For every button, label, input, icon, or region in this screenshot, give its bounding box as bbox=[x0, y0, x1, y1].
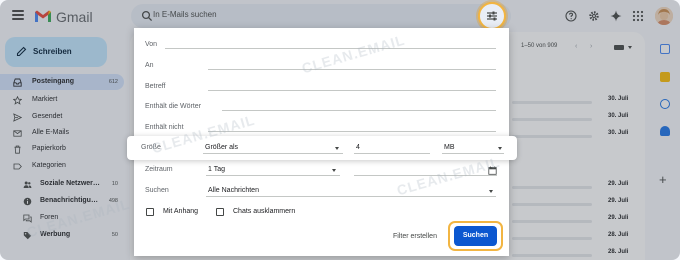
exclude-chats-label: Chats ausklammern bbox=[233, 208, 296, 215]
from-label: Von bbox=[145, 41, 158, 48]
tune-icon bbox=[487, 11, 497, 21]
has-words-label: Enthält die Wörter bbox=[145, 103, 202, 110]
chevron-down-icon[interactable] bbox=[498, 147, 502, 150]
to-field[interactable] bbox=[208, 69, 496, 70]
search-in-label: Suchen bbox=[145, 187, 169, 194]
size-unit-select[interactable]: MB bbox=[444, 144, 455, 151]
chevron-down-icon[interactable] bbox=[335, 147, 339, 150]
has-attachment-checkbox[interactable] bbox=[146, 208, 154, 216]
gmail-window: Gmail In E-Mails suchen Schreiben Postei… bbox=[0, 0, 680, 260]
size-operator-select[interactable]: Größer als bbox=[205, 144, 238, 151]
has-attachment-label: Mit Anhang bbox=[163, 208, 199, 215]
from-field[interactable] bbox=[165, 48, 496, 49]
size-value-underline bbox=[354, 153, 430, 154]
to-label: An bbox=[145, 62, 154, 69]
has-words-field[interactable] bbox=[222, 110, 496, 111]
subject-field[interactable] bbox=[208, 90, 496, 91]
size-operator-underline bbox=[203, 153, 343, 154]
date-within-underline bbox=[206, 175, 340, 176]
search-button-highlight: Suchen bbox=[448, 221, 503, 251]
date-within-select[interactable]: 1 Tag bbox=[208, 166, 225, 173]
chevron-down-icon[interactable] bbox=[332, 169, 336, 172]
search-button[interactable]: Suchen bbox=[454, 226, 497, 246]
search-in-underline bbox=[206, 196, 496, 197]
create-filter-link[interactable]: Filter erstellen bbox=[393, 233, 437, 240]
date-within-label: Zeitraum bbox=[145, 166, 173, 173]
search-in-select[interactable]: Alle Nachrichten bbox=[208, 187, 259, 194]
doesnt-have-field[interactable] bbox=[208, 131, 496, 132]
subject-label: Betreff bbox=[145, 83, 166, 90]
doesnt-have-label: Enthält nicht bbox=[145, 124, 184, 131]
size-value-input[interactable]: 4 bbox=[356, 144, 360, 151]
search-options-button-highlighted[interactable] bbox=[478, 2, 506, 30]
exclude-chats-checkbox[interactable] bbox=[216, 208, 224, 216]
chevron-down-icon[interactable] bbox=[489, 190, 493, 193]
